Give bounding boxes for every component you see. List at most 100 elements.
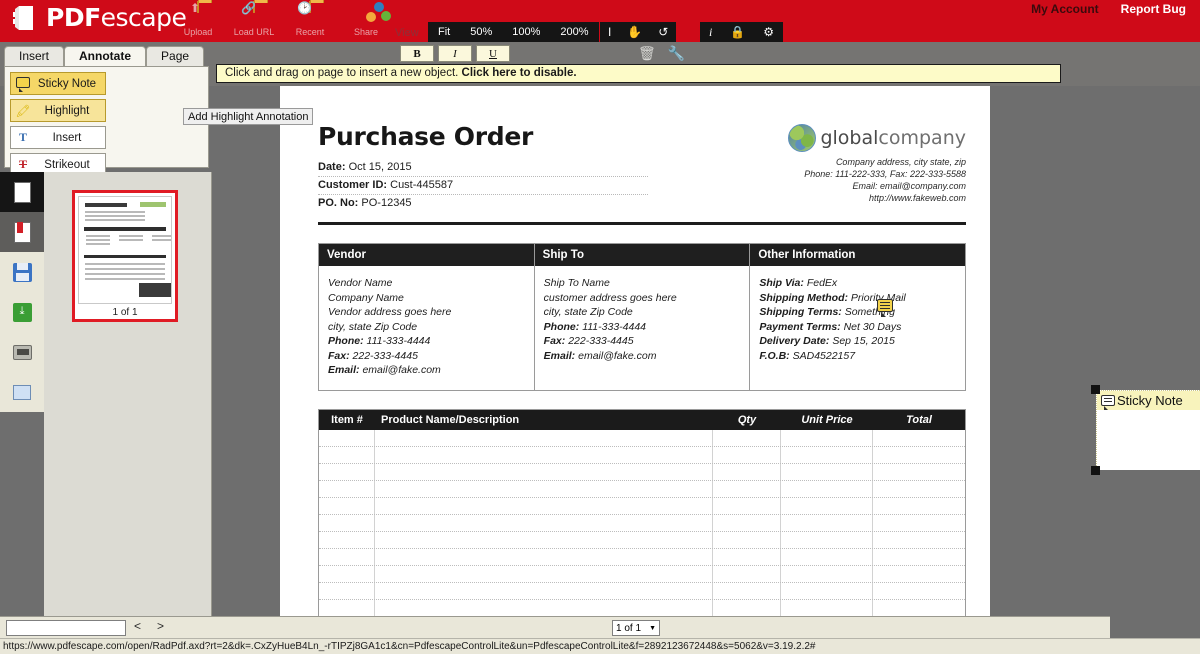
app-logo[interactable]: PDFescape	[10, 3, 187, 33]
line-item-cell[interactable]	[873, 447, 965, 463]
zoom-50-button[interactable]: 50%	[460, 22, 502, 42]
line-item-cell[interactable]	[319, 565, 375, 582]
line-item-cell[interactable]	[375, 480, 713, 497]
line-item-cell[interactable]	[781, 480, 873, 497]
line-item-row[interactable]	[319, 446, 965, 464]
line-item-cell[interactable]	[781, 497, 873, 514]
line-item-cell[interactable]	[319, 446, 375, 463]
line-item-cell[interactable]	[713, 463, 781, 480]
info-icon[interactable]: i	[700, 22, 721, 42]
text-select-icon[interactable]: I	[600, 22, 619, 42]
hand-icon[interactable]: ✋	[619, 22, 650, 42]
line-item-cell[interactable]	[873, 430, 965, 446]
pages-panel-button[interactable]	[0, 172, 44, 212]
line-item-cell[interactable]	[781, 599, 873, 616]
undo-icon[interactable]: ↺	[650, 22, 676, 42]
sticky-note-popup[interactable]: Sticky Note —	[1096, 390, 1200, 470]
line-item-cell[interactable]	[319, 514, 375, 531]
sticky-note-titlebar[interactable]: Sticky Note —	[1097, 391, 1200, 410]
page-select[interactable]: 1 of 1 ▼	[612, 620, 660, 636]
line-item-row[interactable]	[319, 565, 965, 583]
tool-sticky-note[interactable]: Sticky Note	[10, 72, 106, 95]
line-item-cell[interactable]	[375, 497, 713, 514]
line-item-cell[interactable]	[781, 429, 873, 446]
upload-button[interactable]: ⬆ Upload	[170, 1, 226, 37]
line-item-cell[interactable]	[319, 599, 375, 616]
next-page-button[interactable]: >	[157, 619, 164, 633]
line-item-cell[interactable]	[319, 497, 375, 514]
underline-button[interactable]: U	[476, 45, 510, 62]
line-item-cell[interactable]	[319, 480, 375, 497]
settings-gear-icon[interactable]: ⚙	[754, 22, 783, 42]
line-item-cell[interactable]	[781, 582, 873, 599]
line-item-cell[interactable]	[375, 582, 713, 599]
page-thumbnail[interactable]: 1 of 1	[72, 190, 178, 322]
line-item-row[interactable]	[319, 531, 965, 549]
document-viewport[interactable]: globalcompany Company address, city stat…	[212, 86, 1200, 626]
my-account-link[interactable]: My Account	[1031, 2, 1099, 16]
tab-insert[interactable]: Insert	[4, 46, 65, 66]
share-button[interactable]: Share	[338, 2, 394, 37]
line-item-cell[interactable]	[319, 429, 375, 446]
line-item-cell[interactable]	[375, 548, 713, 565]
line-item-cell[interactable]	[319, 531, 375, 548]
search-input[interactable]	[6, 620, 126, 636]
line-item-cell[interactable]	[713, 429, 781, 446]
resize-handle-tl[interactable]	[1091, 385, 1100, 394]
line-item-cell[interactable]	[375, 514, 713, 531]
tab-page[interactable]: Page	[146, 46, 205, 66]
line-item-cell[interactable]	[873, 481, 965, 497]
line-item-cell[interactable]	[781, 531, 873, 548]
print-button[interactable]	[0, 332, 44, 372]
line-item-cell[interactable]	[713, 514, 781, 531]
line-item-row[interactable]	[319, 582, 965, 600]
tab-annotate[interactable]: Annotate	[64, 46, 147, 66]
line-item-cell[interactable]	[873, 498, 965, 514]
line-item-cell[interactable]	[319, 548, 375, 565]
line-item-cell[interactable]	[319, 463, 375, 480]
line-item-cell[interactable]	[375, 463, 713, 480]
line-item-row[interactable]	[319, 463, 965, 481]
tool-insert[interactable]: T Insert	[10, 126, 106, 149]
trash-icon[interactable]: 🗑	[638, 45, 656, 62]
line-item-cell[interactable]	[873, 532, 965, 548]
report-bug-link[interactable]: Report Bug	[1121, 2, 1186, 16]
zoom-100-button[interactable]: 100%	[502, 22, 550, 42]
wrench-icon[interactable]: 🔧	[668, 45, 685, 62]
download-button[interactable]: ⤓	[0, 292, 44, 332]
resize-handle-bl[interactable]	[1091, 466, 1100, 475]
line-item-row[interactable]	[319, 514, 965, 532]
italic-button[interactable]: I	[438, 45, 472, 62]
zoom-200-button[interactable]: 200%	[550, 22, 598, 42]
line-item-cell[interactable]	[713, 548, 781, 565]
line-item-cell[interactable]	[781, 446, 873, 463]
recent-button[interactable]: 🕑 Recent	[282, 1, 338, 37]
tool-highlight[interactable]: 🖍 Highlight	[10, 99, 106, 122]
lock-icon[interactable]: 🔒	[721, 22, 754, 42]
line-item-cell[interactable]	[375, 429, 713, 446]
line-item-cell[interactable]	[713, 531, 781, 548]
line-item-row[interactable]	[319, 599, 965, 617]
load-url-button[interactable]: 🔗 Load URL	[226, 1, 282, 37]
sticky-note-anchor-icon[interactable]	[877, 299, 893, 317]
line-item-cell[interactable]	[713, 446, 781, 463]
line-item-cell[interactable]	[713, 599, 781, 616]
line-item-cell[interactable]	[319, 582, 375, 599]
line-item-cell[interactable]	[873, 549, 965, 565]
line-item-row[interactable]	[319, 497, 965, 515]
line-item-row[interactable]	[319, 480, 965, 498]
line-item-cell[interactable]	[781, 463, 873, 480]
line-item-cell[interactable]	[713, 480, 781, 497]
line-item-cell[interactable]	[873, 583, 965, 599]
line-item-cell[interactable]	[375, 599, 713, 616]
line-item-cell[interactable]	[781, 548, 873, 565]
line-item-cell[interactable]	[375, 565, 713, 582]
line-item-cell[interactable]	[873, 515, 965, 531]
line-item-cell[interactable]	[713, 582, 781, 599]
line-item-cell[interactable]	[781, 565, 873, 582]
window-button[interactable]	[0, 372, 44, 412]
line-item-row[interactable]	[319, 548, 965, 566]
line-item-cell[interactable]	[873, 566, 965, 582]
line-item-cell[interactable]	[375, 531, 713, 548]
sticky-note-textarea[interactable]	[1097, 410, 1200, 470]
